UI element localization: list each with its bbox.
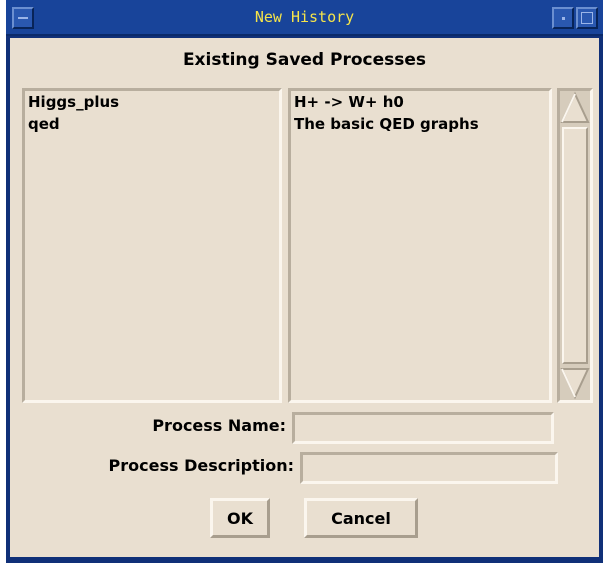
process-name-label: Process Name:: [152, 416, 286, 435]
process-description-field[interactable]: [300, 452, 558, 484]
process-name-list[interactable]: Higgs_plus qed: [22, 88, 282, 403]
process-description-list[interactable]: H+ -> W+ h0 The basic QED graphs: [288, 88, 552, 403]
cancel-button[interactable]: Cancel: [304, 498, 418, 538]
list-item[interactable]: Higgs_plus: [25, 91, 279, 113]
process-name-field[interactable]: [292, 412, 554, 444]
window-title: New History: [254, 8, 355, 26]
maximize-button[interactable]: [576, 7, 598, 29]
arrow-down-icon[interactable]: [560, 366, 590, 400]
saved-processes-heading: Existing Saved Processes: [182, 50, 427, 70]
arrow-up-icon[interactable]: [560, 91, 590, 125]
vertical-scrollbar[interactable]: [557, 88, 593, 403]
ok-button[interactable]: OK: [210, 498, 270, 538]
process-description-label: Process Description:: [108, 456, 294, 475]
list-item[interactable]: qed: [25, 113, 279, 135]
scrollbar-thumb[interactable]: [562, 127, 588, 364]
iconify-button[interactable]: [552, 7, 574, 29]
list-item[interactable]: H+ -> W+ h0: [291, 91, 549, 113]
title-bar[interactable]: New History: [6, 0, 603, 36]
dialog-window: New History Existing Saved Processes Hig…: [6, 0, 603, 563]
dialog-body: Existing Saved Processes Higgs_plus qed …: [10, 38, 599, 557]
list-item[interactable]: The basic QED graphs: [291, 113, 549, 135]
